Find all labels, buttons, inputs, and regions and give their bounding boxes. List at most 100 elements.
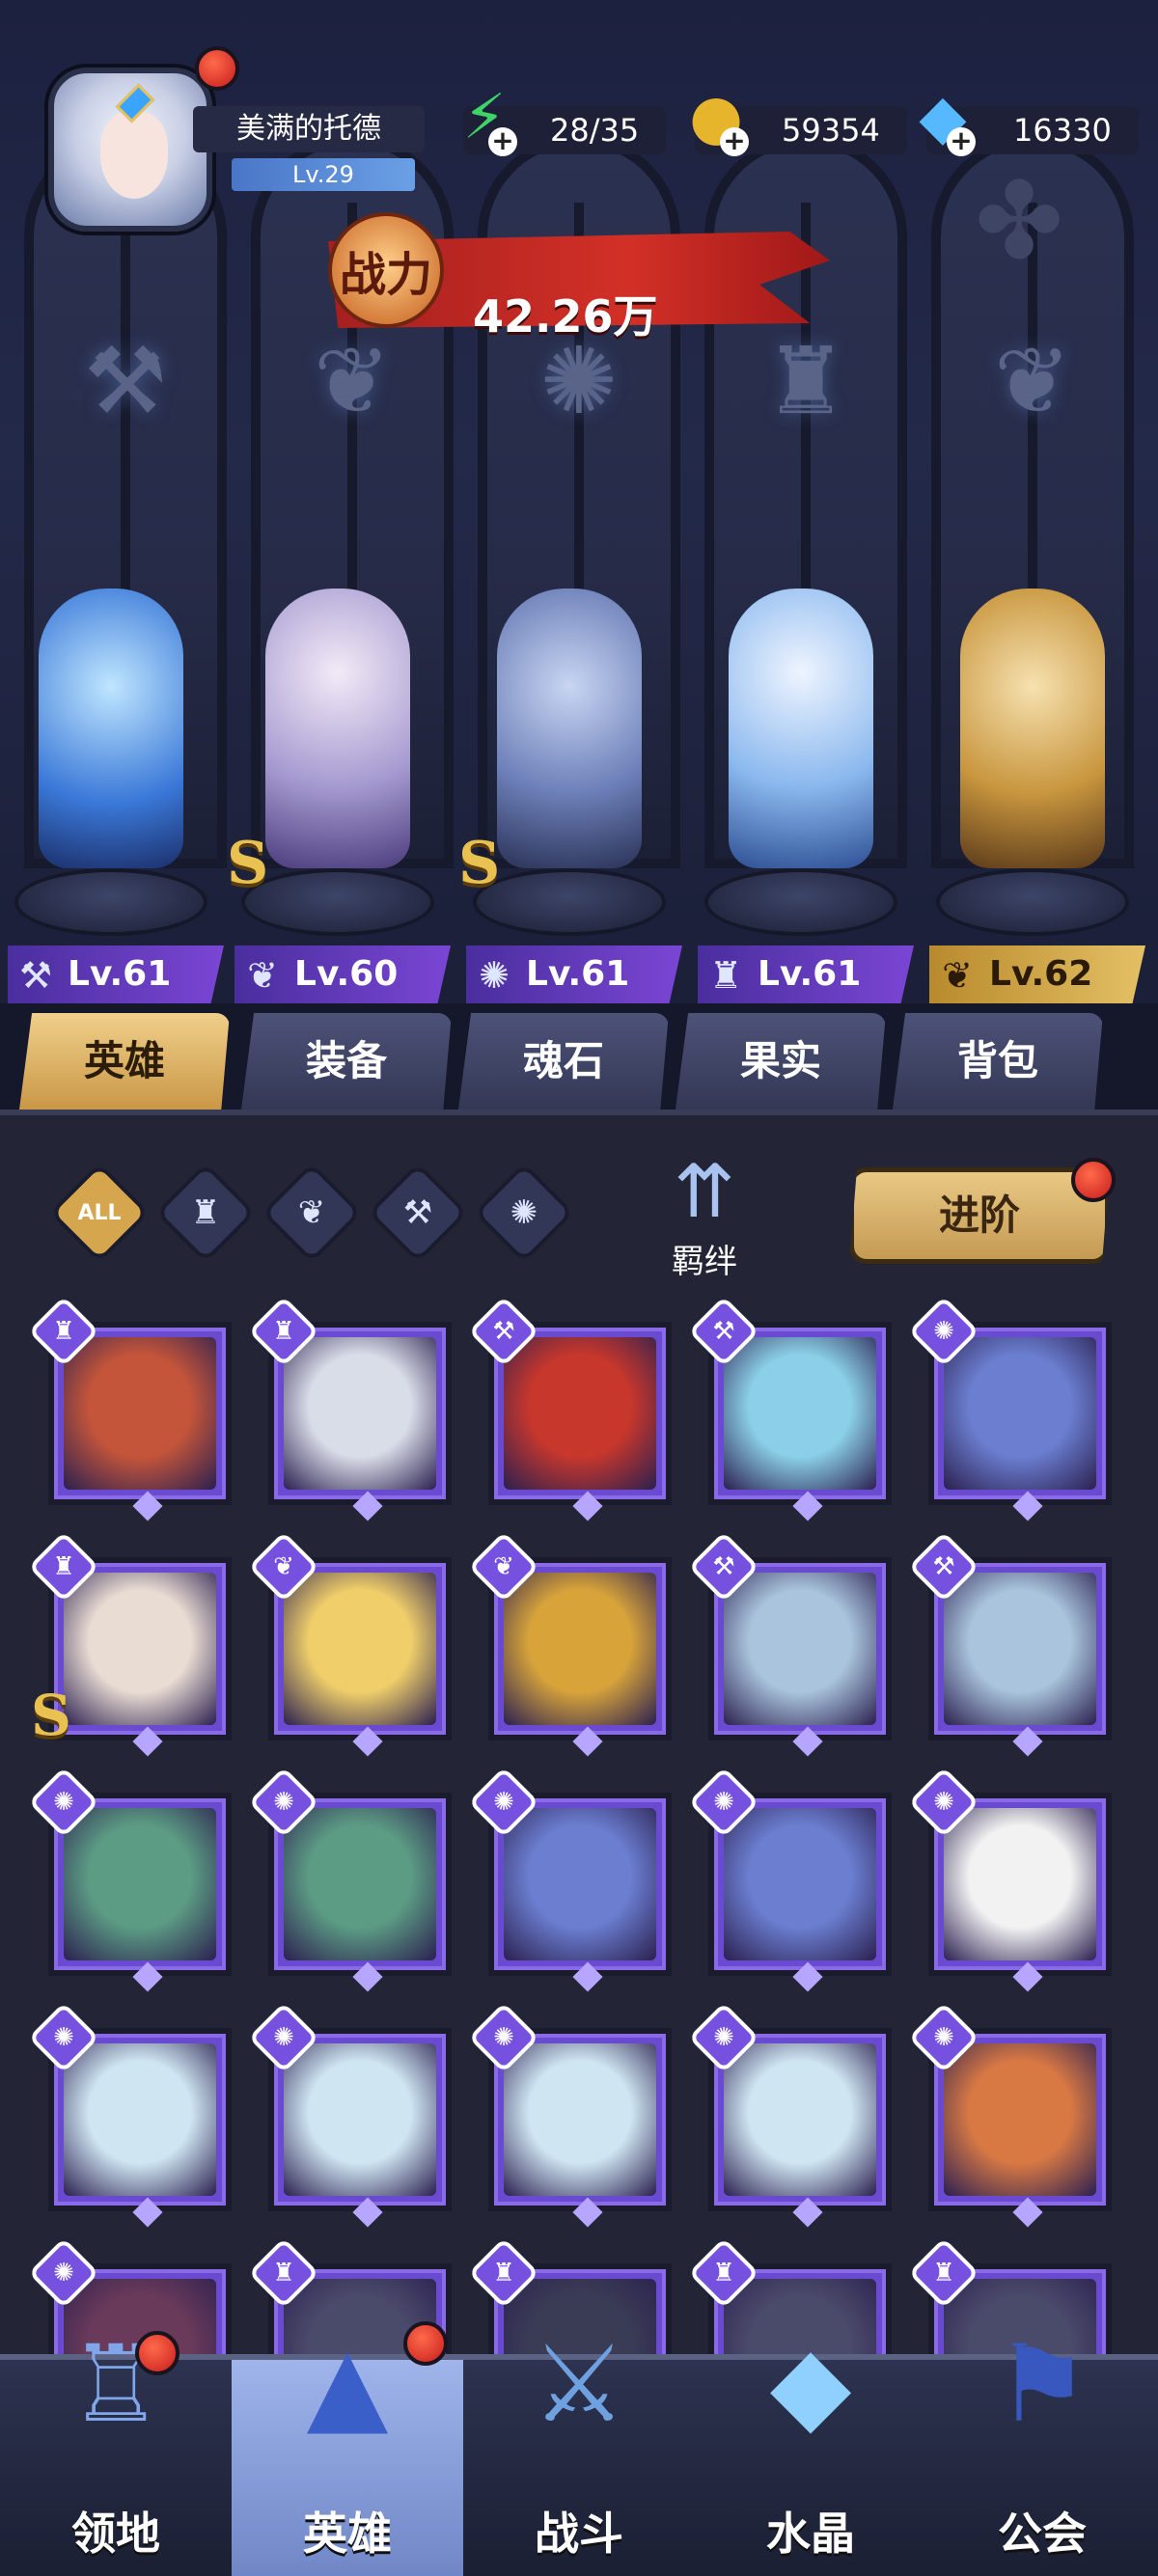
team-slot-4[interactable]: Lv.61 ♜ [690, 540, 914, 1003]
hero-card-horned-priestess[interactable]: ♜ S [28, 1531, 232, 1757]
hero-card-silver-queen[interactable]: ♜ [248, 1296, 452, 1521]
tab-backpack[interactable]: 背包 [893, 1013, 1103, 1110]
team-slot-5[interactable]: Lv.62 ❦ [922, 540, 1145, 1003]
hero-card-red-robot[interactable]: ⚒ [468, 1296, 672, 1521]
hero-card-ice-beast[interactable]: ✺ [908, 1296, 1112, 1521]
team-slot-2[interactable]: S Lv.60 ❦ [227, 540, 451, 1003]
hero-card-ice-beast[interactable]: ✺ [468, 1767, 672, 1992]
hero-figure-silver-mage [265, 589, 410, 868]
claw-icon: ✺ [53, 2023, 74, 2052]
tab-soulstone[interactable]: 魂石 [458, 1013, 669, 1110]
claw-icon: ✺ [933, 1788, 954, 1817]
hero-card-white-tiger[interactable]: ✺ [688, 2002, 892, 2228]
s-rank-badge: S [227, 830, 269, 897]
wrench-emblem-icon: ⚒ [83, 327, 168, 435]
hero-portrait [284, 1573, 436, 1725]
team-slot-1[interactable]: Lv.61 ⚒ [0, 540, 224, 1003]
tower-icon: ♜ [272, 1317, 295, 1346]
hero-card-white-tiger[interactable]: ✺ [248, 2002, 452, 2228]
add-diamond-icon[interactable]: + [947, 127, 976, 156]
hero-figure-beast-warrior [497, 589, 642, 868]
nav-crystal[interactable]: ◆ 水晶 [695, 2322, 926, 2576]
nav-territory[interactable]: ♖ 领地 [0, 2322, 232, 2576]
lightning-icon[interactable]: ⚡ + [444, 77, 525, 158]
bond-arrows-icon: ⇈ [674, 1148, 735, 1234]
pedestal [936, 868, 1129, 936]
category-tabs: 英雄 装备 魂石 果实 背包 [19, 1013, 1139, 1110]
pedestal [14, 868, 207, 936]
tab-heroes[interactable]: 英雄 [19, 1013, 230, 1110]
hero-card-white-tiger[interactable]: ✺ [468, 2002, 672, 2228]
hero-card-mech-cube[interactable]: ⚒ [908, 1531, 1112, 1757]
diamond-value: 16330 [1013, 112, 1112, 149]
filter-claw-button[interactable]: ✺ [473, 1162, 575, 1264]
tower-icon: ♜ [492, 2259, 515, 2288]
battle-icon: ⚔ [531, 2322, 627, 2446]
hero-card-pharaoh[interactable]: ❦ [468, 1531, 672, 1757]
hero-card-fox-warrior[interactable]: ✺ [908, 2002, 1112, 2228]
nav-battle[interactable]: ⚔ 战斗 [463, 2322, 695, 2576]
filter-all-button[interactable]: ALL [48, 1162, 151, 1264]
hero-portrait [284, 2043, 436, 2196]
wing-emblem-icon: ❦ [993, 327, 1072, 435]
hero-card-crystal-pod[interactable]: ⚒ [688, 1296, 892, 1521]
wing-icon: ❦ [247, 954, 278, 997]
hero-figure-crystal-pod [39, 589, 183, 868]
tab-fruit[interactable]: 果实 [676, 1013, 886, 1110]
hero-card-naga-queen[interactable]: ✺ [28, 1767, 232, 1992]
claw-icon: ✺ [713, 1788, 734, 1817]
bond-button[interactable]: ⇈ 羁绊 [598, 1148, 811, 1281]
wing-icon: ❦ [942, 954, 973, 997]
tab-equipment[interactable]: 装备 [241, 1013, 452, 1110]
crystal-icon: ◆ [769, 2322, 852, 2446]
hero-portrait [504, 1337, 656, 1490]
hero-card-blonde-paladin[interactable]: ❦ [248, 1531, 452, 1757]
hero-portrait [284, 1337, 436, 1490]
team-slot-3[interactable]: S Lv.61 ✺ [458, 540, 682, 1003]
wrench-icon: ⚒ [932, 1552, 955, 1581]
wrench-icon: ⚒ [402, 1193, 433, 1232]
filter-wing-button[interactable]: ❦ [261, 1162, 363, 1264]
player-avatar[interactable] [48, 68, 212, 232]
nav-label: 领地 [71, 2507, 160, 2560]
filter-row: ALL ♜ ❦ ⚒ ✺ ⇈ 羁绊 进阶 [39, 1148, 1119, 1283]
claw-icon: ✺ [933, 2023, 954, 2052]
banner-icon: ⚑ [994, 2322, 1090, 2446]
hero-card-ice-beast[interactable]: ✺ [688, 1767, 892, 1992]
hero-portrait [724, 1573, 876, 1725]
pedestal [473, 868, 666, 936]
nav-heroes[interactable]: ▲ 英雄 [232, 2321, 463, 2576]
wing-icon: ❦ [297, 1193, 326, 1232]
wing-icon: ❦ [493, 1552, 514, 1581]
hero-card-white-tiger[interactable]: ✺ [28, 2002, 232, 2228]
tower-icon: ♜ [52, 1552, 75, 1581]
tower-icon: ♜ [52, 1317, 75, 1346]
wrench-icon: ⚒ [712, 1552, 735, 1581]
add-stamina-icon[interactable]: + [488, 127, 517, 156]
tower-icon: ♜ [708, 954, 743, 997]
hero-card-naga-queen[interactable]: ✺ [248, 1767, 452, 1992]
tower-icon: ♜ [272, 2259, 295, 2288]
claw-icon: ✺ [479, 954, 510, 997]
hero-card-mech-cube[interactable]: ⚒ [688, 1531, 892, 1757]
pedestal [241, 868, 434, 936]
nav-guild[interactable]: ⚑ 公会 [926, 2322, 1158, 2576]
claw-icon: ✺ [493, 1788, 514, 1817]
bond-label: 羁绊 [672, 1243, 737, 1281]
tower-emblem-icon: ♜ [763, 327, 848, 435]
player-level: Lv.29 [232, 158, 415, 191]
filter-tower-button[interactable]: ♜ [154, 1162, 257, 1264]
claw-icon: ✺ [273, 1788, 294, 1817]
hero-card-wizard-hat[interactable]: ♜ [28, 1296, 232, 1521]
wing-emblem-icon: ❦ [313, 327, 392, 435]
claw-icon: ✺ [493, 2023, 514, 2052]
filter-wrench-button[interactable]: ⚒ [367, 1162, 469, 1264]
nav-label: 英雄 [303, 2507, 392, 2560]
add-gold-icon[interactable]: + [720, 127, 749, 156]
player-name: 美满的托德 [193, 106, 425, 152]
hero-card-panda-monk[interactable]: ✺ [908, 1767, 1112, 1992]
gold-coin-icon[interactable]: ● + [676, 77, 757, 158]
hero-portrait [944, 1573, 1096, 1725]
gold-value: 59354 [782, 112, 880, 149]
diamond-icon[interactable]: ◆ + [902, 77, 983, 158]
